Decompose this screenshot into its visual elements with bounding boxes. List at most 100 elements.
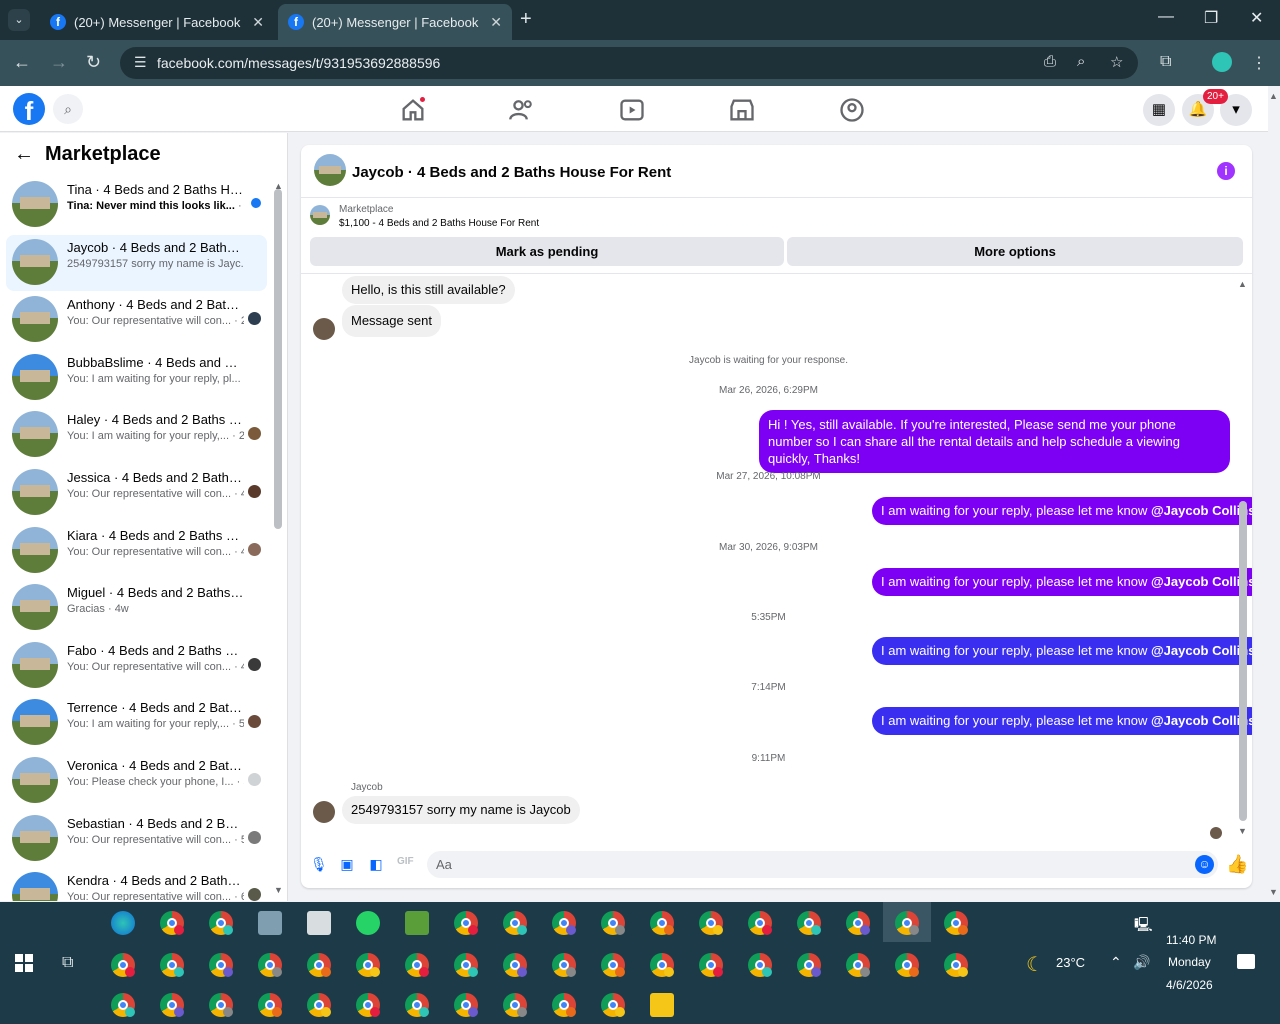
- conversation-item[interactable]: Miguel · 4 Beds and 2 Baths House For Re…: [6, 580, 267, 636]
- edge-icon[interactable]: [111, 911, 135, 935]
- conversation-item[interactable]: Tina · 4 Beds and 2 Baths House For Rent…: [6, 177, 267, 233]
- menu-kebab-icon[interactable]: ⋮: [1251, 53, 1267, 73]
- clock-date[interactable]: 4/6/2026: [1166, 978, 1213, 992]
- info-icon[interactable]: i: [1217, 162, 1235, 180]
- chrome-icon[interactable]: [944, 953, 968, 977]
- gaming-icon[interactable]: [838, 96, 866, 124]
- gif-icon[interactable]: GIF: [397, 856, 414, 872]
- chrome-icon[interactable]: [160, 953, 184, 977]
- listing-thumbnail[interactable]: [310, 205, 330, 225]
- contacts-icon[interactable]: [307, 911, 331, 935]
- sticker-icon[interactable]: ◧: [368, 856, 384, 872]
- chrome-icon[interactable]: [209, 953, 233, 977]
- chrome-icon[interactable]: [601, 953, 625, 977]
- zoom-icon[interactable]: ⌕: [1077, 53, 1085, 70]
- browser-tab-active[interactable]: f (20+) Messenger | Facebook ✕: [278, 4, 512, 40]
- page-scroll-up-icon[interactable]: ▲: [1269, 91, 1278, 101]
- chrome-icon[interactable]: [307, 993, 331, 1017]
- search-icon[interactable]: ⌕: [53, 94, 83, 124]
- control-panel-icon[interactable]: [258, 911, 282, 935]
- chrome-icon[interactable]: [405, 953, 429, 977]
- scroll-down-arrow-icon[interactable]: ▼: [274, 885, 283, 895]
- chrome-icon[interactable]: [307, 953, 331, 977]
- restore-icon[interactable]: ❐: [1204, 8, 1218, 28]
- address-bar[interactable]: ☰ facebook.com/messages/t/93195369288859…: [120, 47, 1138, 79]
- mention-link[interactable]: @Jaycob Collins: [1151, 574, 1252, 589]
- bookmark-star-icon[interactable]: ☆: [1110, 53, 1123, 71]
- chrome-icon[interactable]: [111, 953, 135, 977]
- chrome-icon[interactable]: [699, 911, 723, 935]
- chrome-icon[interactable]: [552, 993, 576, 1017]
- chrome-icon[interactable]: [503, 911, 527, 935]
- scroll-down-arrow-icon[interactable]: ▼: [1238, 826, 1247, 836]
- chrome-icon[interactable]: [258, 993, 282, 1017]
- chrome-icon[interactable]: [601, 911, 625, 935]
- chrome-icon[interactable]: [846, 953, 870, 977]
- profile-avatar[interactable]: [1212, 52, 1232, 72]
- clock-time[interactable]: 11:40 PM: [1166, 933, 1216, 947]
- chrome-icon[interactable]: [454, 911, 478, 935]
- chrome-icon[interactable]: [846, 911, 870, 935]
- mark-as-pending-button[interactable]: Mark as pending: [310, 237, 784, 266]
- weather-temp[interactable]: 23°C: [1056, 955, 1085, 970]
- mention-link[interactable]: @Jaycob Collins: [1151, 713, 1252, 728]
- conversation-item[interactable]: BubbaBslime · 4 Beds and 2 Baths House F…: [6, 350, 267, 406]
- chrome-icon[interactable]: [111, 993, 135, 1017]
- reload-icon[interactable]: ↻: [86, 52, 101, 73]
- conversation-item[interactable]: Veronica · 4 Beds and 2 Baths House For …: [6, 753, 267, 809]
- chrome-icon[interactable]: [601, 993, 625, 1017]
- chrome-icon[interactable]: [699, 953, 723, 977]
- network-icon[interactable]: 🖳: [1134, 914, 1153, 938]
- chrome-icon[interactable]: [405, 993, 429, 1017]
- weather-moon-icon[interactable]: ☾: [1026, 952, 1044, 977]
- conversation-item[interactable]: Terrence · 4 Beds and 2 Baths House For …: [6, 695, 267, 751]
- microphone-icon[interactable]: 🎙: [310, 856, 328, 872]
- chrome-icon[interactable]: [797, 911, 821, 935]
- chat-scrollbar[interactable]: [1239, 501, 1247, 821]
- conversation-item[interactable]: Fabo · 4 Beds and 2 Baths House For Rent…: [6, 638, 267, 694]
- chrome-icon[interactable]: [944, 911, 968, 935]
- conversation-item[interactable]: Kiara · 4 Beds and 2 Baths House For Ren…: [6, 523, 267, 579]
- chrome-icon[interactable]: [895, 953, 919, 977]
- chrome-icon[interactable]: [797, 953, 821, 977]
- sidebar-scrollbar[interactable]: [274, 189, 282, 529]
- video-icon[interactable]: [618, 96, 646, 124]
- photo-icon[interactable]: ▣: [339, 856, 355, 872]
- conversation-item[interactable]: Anthony · 4 Beds and 2 Baths House For R…: [6, 292, 267, 348]
- new-tab-icon[interactable]: +: [520, 8, 532, 31]
- back-arrow-icon[interactable]: ←: [14, 143, 34, 166]
- tab-search-dropdown[interactable]: ⌄: [8, 9, 30, 31]
- facebook-logo-icon[interactable]: f: [13, 93, 45, 126]
- notepad-icon[interactable]: [405, 911, 429, 935]
- chrome-icon[interactable]: [503, 993, 527, 1017]
- conversation-item[interactable]: Kendra · 4 Beds and 2 Baths House For Re…: [6, 868, 267, 901]
- thumbs-up-icon[interactable]: 👍: [1226, 854, 1248, 875]
- marketplace-icon[interactable]: [728, 96, 756, 124]
- sender-avatar[interactable]: [313, 801, 335, 823]
- page-scroll-down-icon[interactable]: ▼: [1269, 887, 1278, 897]
- listing-avatar[interactable]: [314, 154, 346, 186]
- back-icon[interactable]: ←: [13, 52, 31, 73]
- whatsapp-icon[interactable]: [356, 911, 380, 935]
- chrome-icon[interactable]: [209, 911, 233, 935]
- clock-day[interactable]: Monday: [1168, 955, 1211, 969]
- chrome-icon[interactable]: [356, 993, 380, 1017]
- chrome-icon[interactable]: [356, 953, 380, 977]
- chrome-icon[interactable]: [748, 911, 772, 935]
- chrome-icon[interactable]: [650, 953, 674, 977]
- tab-close-icon[interactable]: ✕: [490, 14, 502, 31]
- mention-link[interactable]: @Jaycob Collins: [1151, 503, 1252, 518]
- conversation-item[interactable]: Jessica · 4 Beds and 2 Baths House For R…: [6, 465, 267, 521]
- notification-center-icon[interactable]: [1237, 954, 1255, 969]
- extensions-icon[interactable]: ⧉: [1160, 53, 1171, 71]
- show-hidden-icons-icon[interactable]: ⌃: [1110, 954, 1122, 971]
- install-app-icon[interactable]: ⎙: [1044, 53, 1056, 70]
- chrome-icon[interactable]: [650, 911, 674, 935]
- chrome-icon[interactable]: [748, 953, 772, 977]
- chrome-icon[interactable]: [552, 911, 576, 935]
- chrome-icon[interactable]: [454, 993, 478, 1017]
- chrome-icon[interactable]: [454, 953, 478, 977]
- task-view-icon[interactable]: ⧉: [62, 954, 73, 972]
- chrome-icon[interactable]: [160, 993, 184, 1017]
- friends-icon[interactable]: [508, 96, 536, 124]
